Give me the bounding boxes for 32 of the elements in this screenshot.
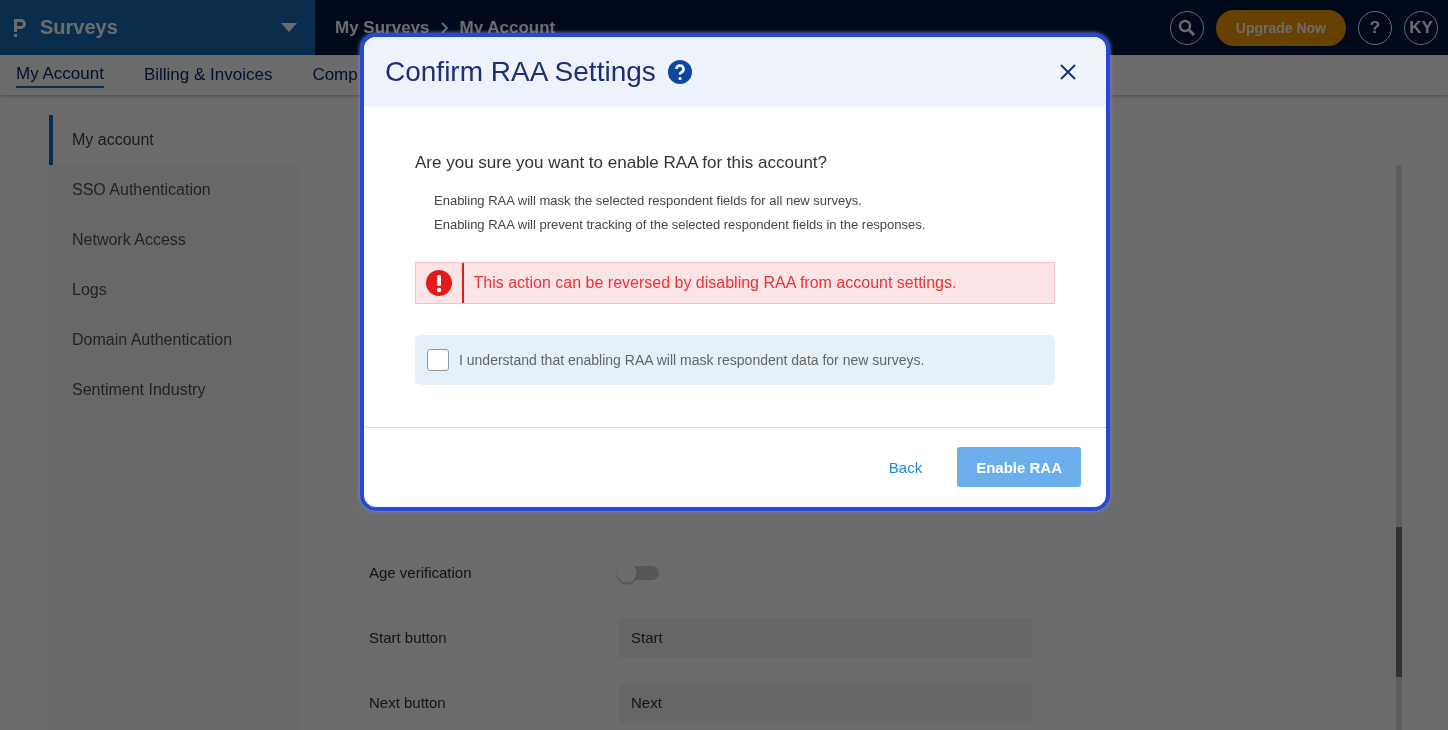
text-field[interactable]: Start — [619, 617, 1032, 658]
warning-text: This action can be reversed by disabling RAA from account settings. — [473, 274, 957, 292]
setting-label: Age verification — [369, 564, 473, 581]
nav-tab[interactable]: Billing & Invoices — [143, 63, 273, 87]
toggle-switch[interactable] — [619, 565, 659, 580]
help-icon[interactable] — [667, 60, 692, 84]
back-button[interactable]: Back — [888, 458, 923, 476]
sidebar-item[interactable]: SSO Authentication — [49, 165, 299, 215]
nav-tab[interactable]: My Account — [16, 62, 104, 88]
text-field[interactable]: Next — [619, 682, 1032, 723]
logo-icon — [12, 16, 28, 39]
checkbox[interactable] — [427, 349, 449, 371]
warning-icon — [426, 270, 452, 296]
nav-tab[interactable]: Comp — [312, 63, 358, 87]
sidebar-item[interactable]: Domain Authentication — [49, 315, 299, 365]
dialog-title: Confirm RAA Settings — [385, 56, 656, 88]
note-text: Enabling RAA will mask the selected respondent fields for all new surveys. — [434, 193, 863, 208]
setting-label: Next button — [369, 694, 447, 711]
close-icon — [1060, 64, 1076, 80]
note-text: Enabling RAA will prevent tracking of the selected respondent fields in the responses. — [434, 217, 927, 232]
checkbox-label[interactable]: I understand that enabling RAA will mask respondent data for new surveys. — [459, 352, 925, 368]
scrollbar[interactable] — [1396, 165, 1402, 730]
app-name: Surveys — [40, 16, 119, 39]
confirm-question: Are you sure you want to enable RAA for this account? — [415, 153, 829, 173]
sidebar-item[interactable]: Sentiment Industry — [49, 365, 299, 415]
caret-icon[interactable] — [281, 22, 297, 33]
setting-label: Start button — [369, 629, 448, 646]
breadcrumb-link[interactable]: My Surveys — [335, 17, 430, 38]
sidebar-item[interactable]: Logs — [49, 265, 299, 315]
upgrade-button[interactable]: Upgrade Now — [1215, 9, 1346, 46]
sidebar-item[interactable]: Network Access — [49, 215, 299, 265]
search-icon — [1177, 18, 1196, 37]
